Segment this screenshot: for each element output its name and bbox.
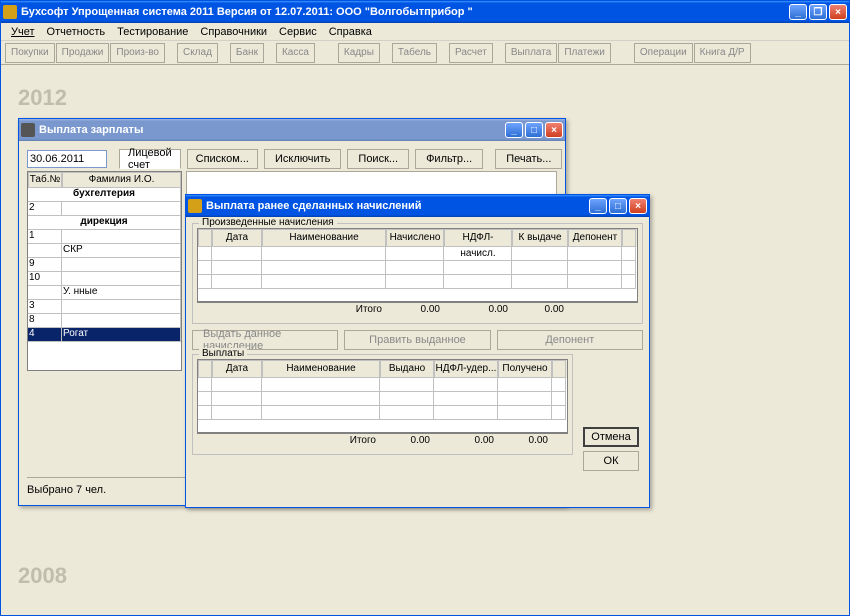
cancel-button[interactable]: Отмена <box>583 427 639 447</box>
salary-titlebar: Выплата зарплаты _ □ × <box>19 119 565 141</box>
menu-spravka[interactable]: Справка <box>323 25 378 39</box>
payments-total-row: Итого 0.00 0.00 0.00 <box>197 433 568 450</box>
salary-maximize-button[interactable]: □ <box>525 122 543 138</box>
tb-kadry[interactable]: Кадры <box>338 43 380 63</box>
accruals-group: Произведенные начисления Дата Наименован… <box>192 223 643 324</box>
tab-licevoy-schet[interactable]: Лицевой счет <box>119 149 181 169</box>
col-fio: Фамилия И.О. <box>62 172 181 188</box>
category-row: дирекция <box>28 216 181 230</box>
app-icon <box>3 5 17 19</box>
tb-prodazhi[interactable]: Продажи <box>56 43 110 63</box>
minimize-button[interactable]: _ <box>789 4 807 20</box>
accruals-total-row: Итого 0.00 0.00 0.00 <box>197 302 638 319</box>
year-label-top: 2012 <box>18 85 67 111</box>
toolbar: Покупки Продажи Произ-во Склад Банк Касс… <box>1 41 849 65</box>
ok-button[interactable]: ОК <box>583 451 639 471</box>
earlier-payments-dialog: Выплата ранее сделанных начислений _ □ ×… <box>185 194 650 508</box>
app-title: Бухсофт Упрощенная система 2011 Версия о… <box>21 6 789 18</box>
tb-tabel[interactable]: Табель <box>392 43 437 63</box>
dialog-minimize-button[interactable]: _ <box>589 198 607 214</box>
restore-button[interactable]: ❐ <box>809 4 827 20</box>
menu-spravochniki[interactable]: Справочники <box>194 25 273 39</box>
category-row: бухгелтерия <box>28 188 181 202</box>
salary-minimize-button[interactable]: _ <box>505 122 523 138</box>
search-button[interactable]: Поиск... <box>347 149 409 169</box>
dialog-close-button[interactable]: × <box>629 198 647 214</box>
app-window: Бухсофт Упрощенная система 2011 Версия о… <box>0 0 850 616</box>
year-label-bottom: 2008 <box>18 563 67 589</box>
issue-accrual-button[interactable]: Выдать данное начисление <box>192 330 338 350</box>
tb-vyplata[interactable]: Выплата <box>505 43 557 63</box>
col-tabno: Таб.№ <box>28 172 62 188</box>
date-input[interactable] <box>27 150 107 168</box>
tb-bank[interactable]: Банк <box>230 43 264 63</box>
tb-raschet[interactable]: Расчет <box>449 43 493 63</box>
tb-kniga[interactable]: Книга Д/Р <box>694 43 751 63</box>
accruals-grid[interactable]: Дата Наименование Начислено НДФЛ-начисл.… <box>197 228 638 302</box>
salary-close-button[interactable]: × <box>545 122 563 138</box>
salary-window-title: Выплата зарплаты <box>39 124 505 136</box>
tb-sklad[interactable]: Склад <box>177 43 218 63</box>
dialog-titlebar: Выплата ранее сделанных начислений _ □ × <box>186 195 649 217</box>
dialog-icon <box>188 199 202 213</box>
filter-button[interactable]: Фильтр... <box>415 149 483 169</box>
accruals-group-title: Произведенные начисления <box>199 217 337 228</box>
employee-grid[interactable]: Таб.№ Фамилия И.О. бухгелтерия 2 дирекци… <box>27 171 182 371</box>
dialog-maximize-button[interactable]: □ <box>609 198 627 214</box>
payments-grid[interactable]: Дата Наименование Выдано НДФЛ-удер... По… <box>197 359 568 433</box>
tb-proizvo[interactable]: Произ-во <box>110 43 165 63</box>
payments-group: Выплаты Дата Наименование Выдано НДФЛ-уд… <box>192 354 573 455</box>
menu-uchet[interactable]: Учет <box>5 25 41 39</box>
tb-pokupki[interactable]: Покупки <box>5 43 55 63</box>
payments-group-title: Выплаты <box>199 348 247 359</box>
app-window-buttons: _ ❐ × <box>789 4 847 20</box>
deponent-button[interactable]: Депонент <box>497 330 643 350</box>
main-client-area: 2012 2008 Выплата зарплаты _ □ × Лицевой… <box>1 65 849 615</box>
tab-spiskom[interactable]: Списком... <box>187 149 258 169</box>
print-button[interactable]: Печать... <box>495 149 562 169</box>
exclude-button[interactable]: Исключить <box>264 149 341 169</box>
edit-issued-button[interactable]: Править выданное <box>344 330 490 350</box>
tb-platezhi[interactable]: Платежи <box>558 43 611 63</box>
menubar: Учет Отчетность Тестирование Справочники… <box>1 23 849 41</box>
menu-otchetnost[interactable]: Отчетность <box>41 25 112 39</box>
app-titlebar: Бухсофт Упрощенная система 2011 Версия о… <box>1 1 849 23</box>
menu-testirovanie[interactable]: Тестирование <box>111 25 194 39</box>
salary-window-icon <box>21 123 35 137</box>
tb-kassa[interactable]: Касса <box>276 43 315 63</box>
close-button[interactable]: × <box>829 4 847 20</box>
tb-operacii[interactable]: Операции <box>634 43 693 63</box>
dialog-title: Выплата ранее сделанных начислений <box>206 200 589 212</box>
menu-servis[interactable]: Сервис <box>273 25 323 39</box>
